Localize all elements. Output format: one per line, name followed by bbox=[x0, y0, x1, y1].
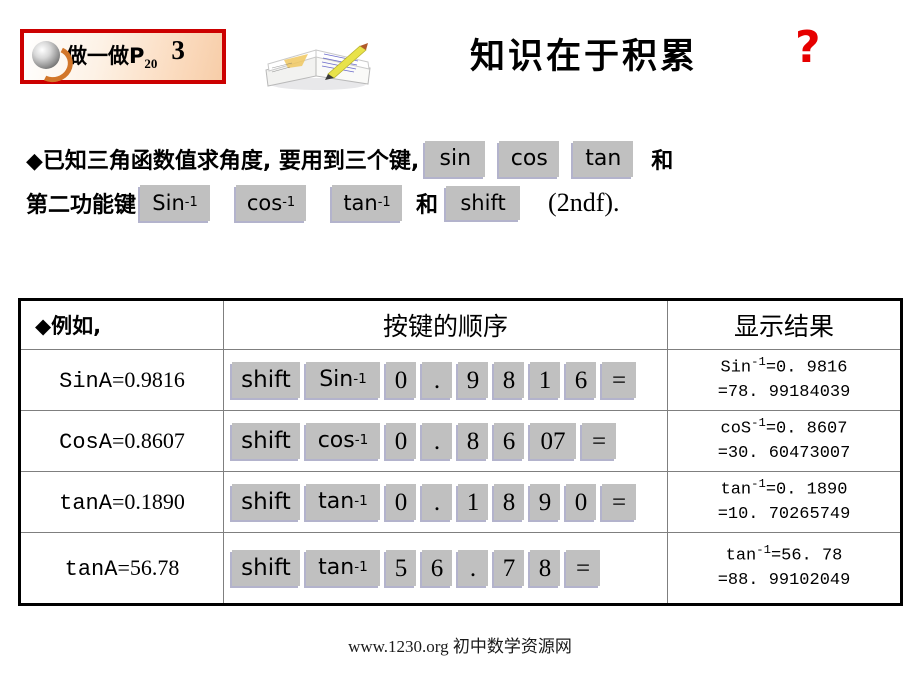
key-equals[interactable]: = bbox=[602, 484, 636, 520]
result-cell: Sin-1=0. 9816 =78. 99184039 bbox=[667, 349, 902, 411]
body-line1-suffix: 和 bbox=[651, 149, 674, 174]
key-digit[interactable]: 1 bbox=[458, 484, 488, 520]
lesson-badge: 做一做P20 3 bbox=[20, 29, 226, 87]
key-digit[interactable]: 1 bbox=[530, 362, 560, 398]
key-shift[interactable]: shift bbox=[232, 423, 300, 459]
table-row: SinA=0.9816 shift Sin -1 0 . 9 8 1 6 = Si… bbox=[19, 349, 902, 411]
key-tan[interactable]: tan bbox=[573, 141, 634, 177]
examples-table: ◆例如, 按键的顺序 显示结果 SinA=0.9816 shift Sin -1 … bbox=[18, 298, 903, 606]
key-digit[interactable]: 5 bbox=[386, 550, 416, 586]
key-equals[interactable]: = bbox=[566, 550, 600, 586]
example-value: tanA=56.78 bbox=[19, 532, 224, 605]
key-digit[interactable]: 9 bbox=[458, 362, 488, 398]
body-text-block: ◆已知三角函数值求角度, 要用到三个键, sin cos tan 和 第二功能键… bbox=[26, 137, 906, 225]
key-decimal-point[interactable]: . bbox=[458, 550, 488, 586]
key-digit[interactable]: 0 bbox=[566, 484, 596, 520]
key-decimal-point[interactable]: . bbox=[422, 484, 452, 520]
key-digit[interactable]: 8 bbox=[458, 423, 488, 459]
key-digit[interactable]: 6 bbox=[494, 423, 524, 459]
table-row: tanA=56.78 shift tan -1 5 6 . 7 8 = tan-1… bbox=[19, 532, 902, 605]
key-cos[interactable]: cos bbox=[499, 141, 560, 177]
key-digit[interactable]: 8 bbox=[530, 550, 560, 586]
table-header-keysequence: 按键的顺序 bbox=[223, 299, 668, 350]
key-digit[interactable]: 6 bbox=[566, 362, 596, 398]
key-digit-pair[interactable]: 07 bbox=[530, 423, 576, 459]
globe-arrow-icon bbox=[29, 40, 78, 87]
key-shift[interactable]: shift bbox=[232, 550, 300, 586]
question-mark-icon: ? bbox=[795, 22, 821, 73]
key-sequence-cell: shift Sin -1 0 . 9 8 1 6 = bbox=[223, 349, 668, 411]
table-header-example: ◆例如, bbox=[19, 299, 224, 350]
key-equals[interactable]: = bbox=[582, 423, 616, 459]
key-sequence-cell: shift cos -1 0 . 8 6 07 = bbox=[223, 410, 668, 472]
key-shift[interactable]: shift bbox=[446, 186, 521, 220]
table-header-result: 显示结果 bbox=[667, 299, 902, 350]
key-sin-inverse[interactable]: Sin -1 bbox=[306, 362, 380, 398]
key-decimal-point[interactable]: . bbox=[422, 362, 452, 398]
key-digit[interactable]: 9 bbox=[530, 484, 560, 520]
key-sequence-cell: shift tan -1 0 . 1 8 9 0 = bbox=[223, 471, 668, 533]
badge-label: 做一做P20 bbox=[66, 44, 158, 72]
key-digit[interactable]: 8 bbox=[494, 362, 524, 398]
key-digit[interactable]: 7 bbox=[494, 550, 524, 586]
open-book-with-pencil-image bbox=[265, 43, 371, 90]
example-value: SinA=0.9816 bbox=[19, 349, 224, 411]
key-sequence-cell: shift tan -1 5 6 . 7 8 = bbox=[223, 532, 668, 605]
result-cell: coS-1=0. 8607 =30. 60473007 bbox=[667, 410, 902, 472]
page-title: 知识在于积累 bbox=[470, 37, 699, 77]
key-cos-inverse[interactable]: cos -1 bbox=[306, 423, 380, 459]
body-line2-conjunction: 和 bbox=[416, 193, 439, 218]
key-sin[interactable]: sin bbox=[425, 141, 486, 177]
key-digit[interactable]: 0 bbox=[386, 362, 416, 398]
table-row: CosA=0.8607 shift cos -1 0 . 8 6 07 = coS… bbox=[19, 410, 902, 472]
example-value: CosA=0.8607 bbox=[19, 410, 224, 472]
example-value: tanA=0.1890 bbox=[19, 471, 224, 533]
key-cos-inverse[interactable]: cos -1 bbox=[236, 185, 307, 221]
result-cell: tan-1=56. 78 =88. 99102049 bbox=[667, 532, 902, 605]
table-row: tanA=0.1890 shift tan -1 0 . 1 8 9 0 = ta… bbox=[19, 471, 902, 533]
result-cell: tan-1=0. 1890 =10. 70265749 bbox=[667, 471, 902, 533]
key-tan-inverse[interactable]: tan -1 bbox=[332, 185, 403, 221]
key-shift[interactable]: shift bbox=[232, 362, 300, 398]
body-line-2: 第二功能键 Sin -1 cos -1 tan -1 和 shift (2ndf). bbox=[26, 181, 906, 225]
key-tan-inverse[interactable]: tan -1 bbox=[306, 484, 380, 520]
key-sin-inverse[interactable]: Sin -1 bbox=[140, 185, 211, 221]
footer-watermark: www.1230.org 初中数学资源网 bbox=[348, 637, 572, 656]
key-digit[interactable]: 0 bbox=[386, 423, 416, 459]
key-digit[interactable]: 6 bbox=[422, 550, 452, 586]
key-digit[interactable]: 0 bbox=[386, 484, 416, 520]
table-header-row: ◆例如, 按键的顺序 显示结果 bbox=[19, 299, 902, 350]
key-decimal-point[interactable]: . bbox=[422, 423, 452, 459]
body-line1-prefix: ◆已知三角函数值求角度, 要用到三个键, bbox=[26, 149, 420, 174]
body-line-1: ◆已知三角函数值求角度, 要用到三个键, sin cos tan 和 bbox=[26, 137, 906, 181]
body-line2-suffix: (2ndf). bbox=[548, 188, 620, 217]
key-equals[interactable]: = bbox=[602, 362, 636, 398]
body-line2-prefix: 第二功能键 bbox=[26, 193, 137, 218]
key-digit[interactable]: 8 bbox=[494, 484, 524, 520]
badge-number: 3 bbox=[171, 35, 185, 65]
key-tan-inverse[interactable]: tan -1 bbox=[306, 550, 380, 586]
key-shift[interactable]: shift bbox=[232, 484, 300, 520]
badge-subscript: 20 bbox=[144, 56, 158, 72]
